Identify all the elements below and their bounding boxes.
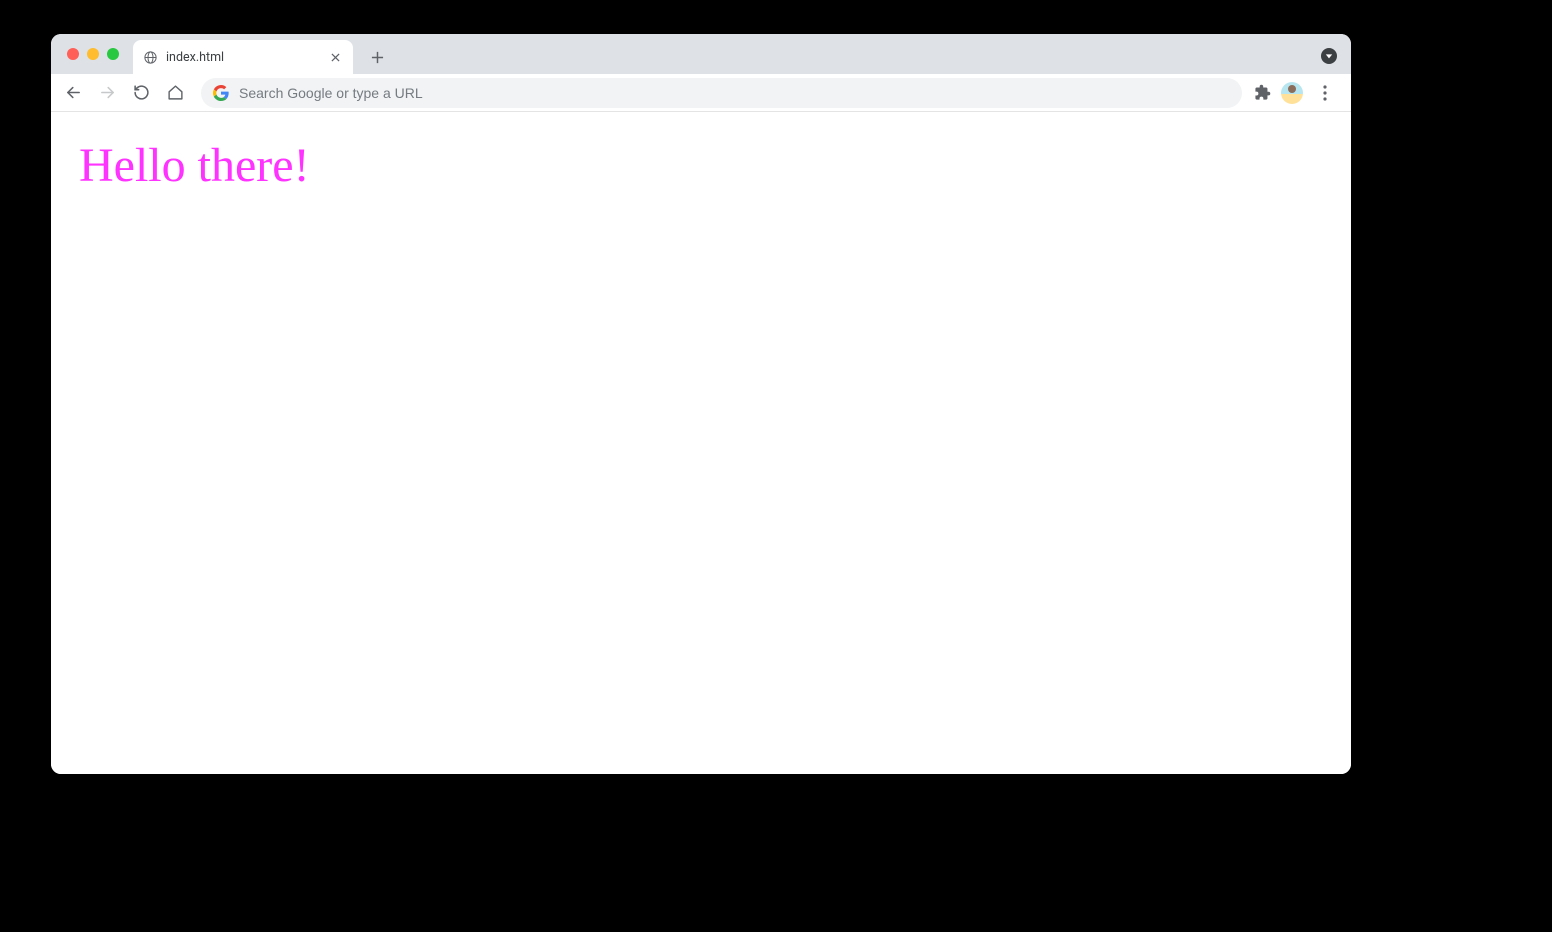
- window-controls: [67, 48, 119, 60]
- page-heading: Hello there!: [79, 138, 1323, 193]
- back-button[interactable]: [59, 79, 87, 107]
- extensions-icon[interactable]: [1254, 84, 1271, 101]
- browser-toolbar: [51, 74, 1351, 112]
- tab-close-button[interactable]: [327, 49, 343, 65]
- profile-avatar[interactable]: [1281, 82, 1303, 104]
- menu-button[interactable]: [1313, 81, 1337, 105]
- new-tab-button[interactable]: [363, 43, 391, 71]
- maximize-window-button[interactable]: [107, 48, 119, 60]
- tab-title: index.html: [166, 50, 319, 65]
- google-icon: [213, 85, 229, 101]
- browser-window: index.html: [51, 34, 1351, 774]
- search-tabs-button[interactable]: [1321, 48, 1337, 64]
- forward-button[interactable]: [93, 79, 121, 107]
- close-window-button[interactable]: [67, 48, 79, 60]
- address-input[interactable]: [239, 85, 1230, 101]
- browser-tab[interactable]: index.html: [133, 40, 353, 74]
- minimize-window-button[interactable]: [87, 48, 99, 60]
- toolbar-right: [1254, 81, 1343, 105]
- globe-icon: [143, 50, 158, 65]
- reload-button[interactable]: [127, 79, 155, 107]
- address-bar[interactable]: [201, 78, 1242, 108]
- home-button[interactable]: [161, 79, 189, 107]
- page-viewport: Hello there!: [51, 112, 1351, 774]
- tab-strip: index.html: [51, 34, 1351, 74]
